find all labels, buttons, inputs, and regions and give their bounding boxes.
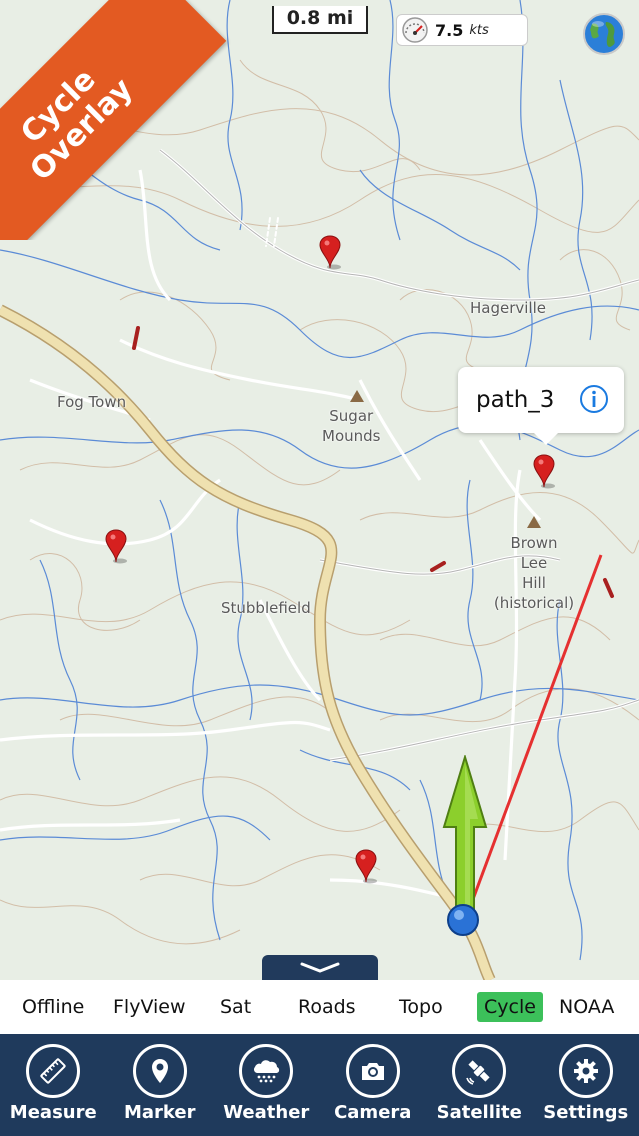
tab-flyview[interactable]: FlyView [113,992,186,1022]
map-pin-icon[interactable] [354,848,380,884]
map-type-tabs: Offline FlyView Sat Roads Topo Cycle NOA… [0,980,639,1034]
tab-offline[interactable]: Offline [22,992,84,1022]
callout-tail [534,433,558,445]
map-pin-icon[interactable] [318,234,344,270]
bottom-toolbar: Measure Marker Weather Camera Satellite … [0,1034,639,1136]
place-label-sugar-mounds: Sugar Mounds [322,406,380,446]
map-pin-icon [132,1044,187,1098]
toolbar-label: Camera [334,1102,412,1123]
ruler-icon [26,1044,81,1098]
weather-button[interactable]: Weather [213,1034,319,1136]
peak-triangle-icon [350,390,364,402]
marker-button[interactable]: Marker [107,1034,213,1136]
place-label-brown-lee-hill: Brown Lee Hill (historical) [490,533,578,613]
toolbar-label: Satellite [436,1102,522,1123]
drawer-handle[interactable] [262,955,378,980]
toolbar-label: Marker [123,1102,196,1123]
toolbar-label: Measure [9,1102,97,1123]
place-label-hagerville: Hagerville [470,299,546,317]
current-location-icon [447,904,479,936]
chevron-down-icon [300,962,340,973]
cloud-rain-icon [239,1044,294,1098]
overlay-badge: Cycle Overlay [0,0,240,240]
map-view[interactable]: Hagerville Fog Town Sugar Mounds Brown L… [0,0,639,980]
scale-bar: 0.8 mi [272,6,368,34]
camera-button[interactable]: Camera [320,1034,426,1136]
place-label-stubblefield: Stubblefield [221,599,311,617]
place-label-line: (historical) [493,594,575,612]
peak-triangle-icon [527,516,541,528]
map-pin-icon[interactable] [104,528,130,564]
info-icon[interactable] [578,383,610,415]
map-pin-icon[interactable] [532,453,558,489]
speedometer-icon [402,17,428,43]
place-label-line: Hill [522,574,546,592]
place-label-line: Mounds [322,427,381,445]
tab-roads[interactable]: Roads [298,992,356,1022]
toolbar-label: Weather [223,1102,310,1123]
marker-callout[interactable]: path_3 [458,367,624,445]
place-label-line: Lee [520,554,548,572]
tab-topo[interactable]: Topo [399,992,443,1022]
place-label-fog-town: Fog Town [57,393,127,411]
toolbar-label: Settings [543,1102,629,1123]
minor-road-edges [159,149,639,761]
place-label-line: Brown [510,534,558,552]
measure-button[interactable]: Measure [0,1034,106,1136]
satellite-icon [452,1044,507,1098]
settings-button[interactable]: Settings [533,1034,639,1136]
callout-label: path_3 [476,387,555,413]
speed-value: 7.5 [435,20,464,40]
tab-sat[interactable]: Sat [220,992,251,1022]
tab-cycle[interactable]: Cycle [477,992,543,1022]
camera-icon [345,1044,400,1098]
speed-unit: kts [469,22,489,38]
place-label-line: Sugar [329,407,374,425]
satellite-button[interactable]: Satellite [426,1034,532,1136]
tab-noaa[interactable]: NOAA [559,992,614,1022]
globe-icon[interactable] [582,12,626,56]
gear-icon [558,1044,613,1098]
speed-indicator: 7.5 kts [396,14,528,46]
